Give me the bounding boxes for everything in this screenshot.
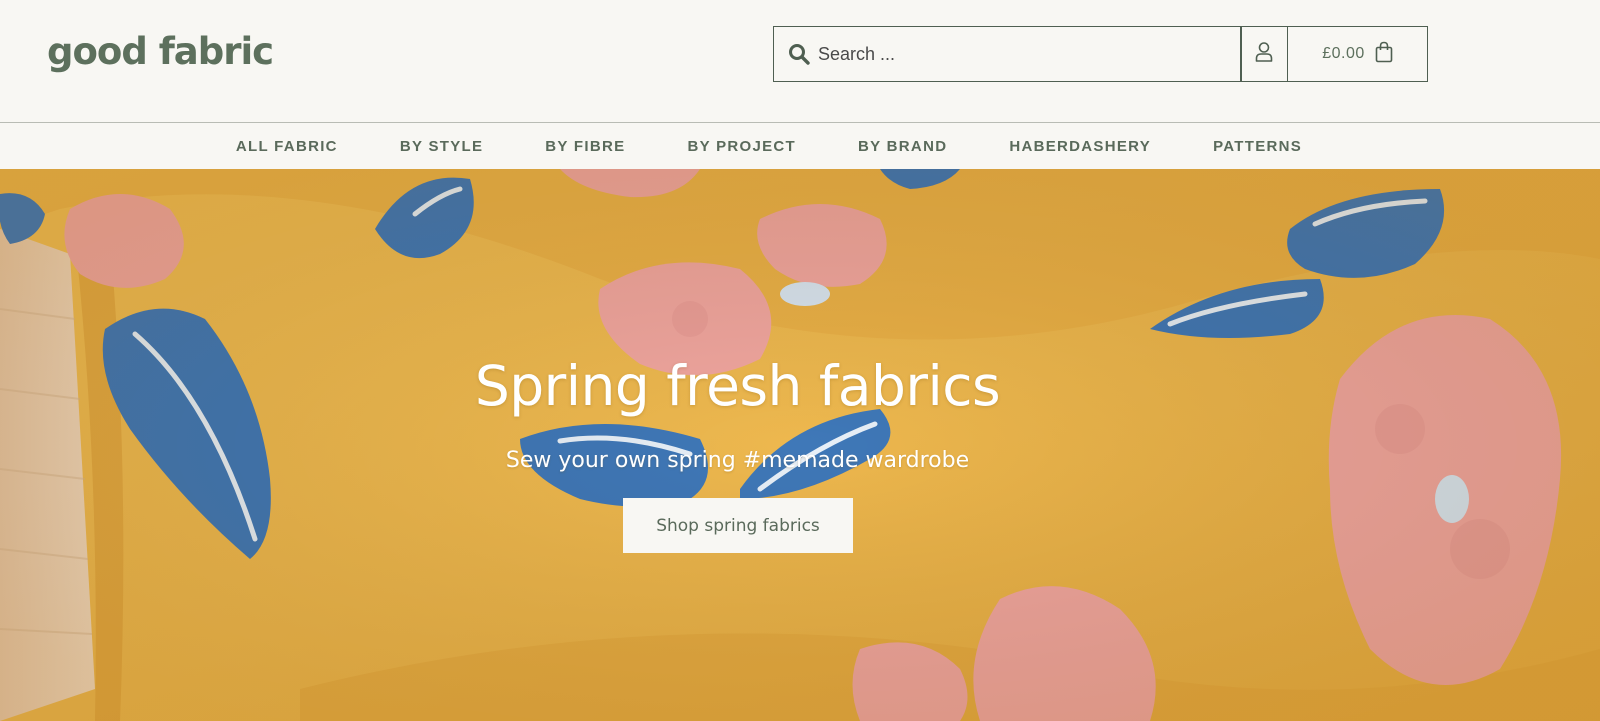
search-box — [773, 26, 1242, 82]
hero-banner: Spring fresh fabrics Sew your own spring… — [0, 169, 1600, 721]
nav-item-haberdashery[interactable]: HABERDASHERY — [978, 124, 1182, 169]
main-navigation: ALL FABRIC BY STYLE BY FIBRE BY PROJECT … — [0, 122, 1600, 169]
site-logo[interactable]: good fabric — [47, 28, 274, 76]
account-button[interactable] — [1240, 26, 1288, 82]
nav-item-all-fabric[interactable]: ALL FABRIC — [205, 124, 369, 169]
shop-spring-fabrics-button[interactable]: Shop spring fabrics — [623, 498, 853, 553]
nav-item-patterns[interactable]: PATTERNS — [1182, 124, 1333, 169]
search-icon[interactable] — [774, 27, 818, 81]
nav-item-by-style[interactable]: BY STYLE — [369, 124, 514, 169]
nav-item-by-project[interactable]: BY PROJECT — [656, 124, 827, 169]
cart-button[interactable]: £0.00 — [1287, 26, 1428, 82]
hero-subtitle: Sew your own spring #memade wardrobe — [505, 448, 970, 473]
nav-item-by-fibre[interactable]: BY FIBRE — [514, 124, 656, 169]
hero-title: Spring fresh fabrics — [474, 354, 1001, 418]
search-input[interactable] — [818, 29, 1228, 79]
cart-total: £0.00 — [1322, 45, 1365, 62]
user-icon — [1254, 41, 1274, 68]
site-header: good fabric £0.00 — [0, 0, 1600, 123]
nav-item-by-brand[interactable]: BY BRAND — [827, 124, 978, 169]
shopping-bag-icon — [1375, 41, 1393, 68]
